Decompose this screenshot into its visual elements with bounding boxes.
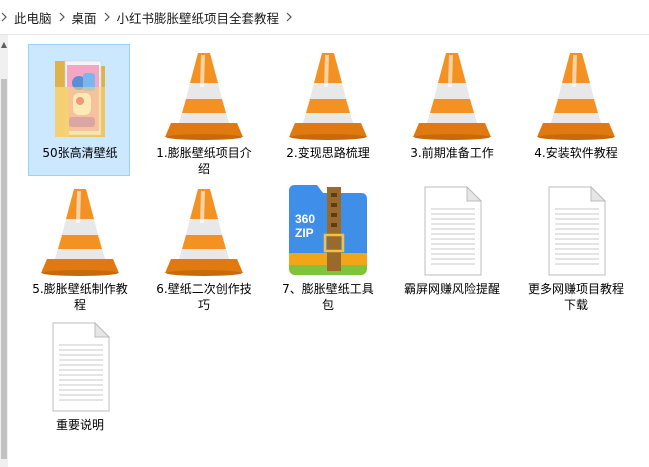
breadcrumb-desktop[interactable]: 桌面 — [72, 8, 97, 27]
file-name: 1.膨胀壁纸项目介绍 — [156, 146, 252, 176]
vlc-media-file-icon — [535, 47, 617, 143]
file-name: 更多网赚项目教程下载 — [527, 282, 624, 312]
vlc-media-file-icon — [411, 47, 493, 143]
file-name: 2.变现思路梳理 — [286, 146, 370, 160]
vlc-media-file-icon — [287, 47, 369, 143]
file-name: 7、膨胀壁纸工具包 — [282, 282, 374, 312]
file-name: 重要说明 — [55, 418, 104, 432]
file-item-wallpapers-folder[interactable]: 50张高清壁纸 — [28, 44, 130, 176]
file-name: 50张高清壁纸 — [42, 146, 118, 160]
file-item-video[interactable]: 5.膨胀壁纸制作教程 — [28, 180, 130, 312]
vlc-media-file-icon — [39, 183, 121, 279]
file-item-video[interactable]: 4.安装软件教程 — [524, 44, 626, 176]
text-document-icon — [411, 183, 493, 279]
360zip-archive-icon: 360 ZIP — [287, 183, 369, 279]
chevron-right-icon[interactable] — [0, 12, 8, 22]
svg-text:ZIP: ZIP — [295, 226, 314, 240]
file-name: 3.前期准备工作 — [410, 146, 494, 160]
svg-text:360: 360 — [295, 212, 315, 226]
file-item-video[interactable]: 6.壁纸二次创作技巧 — [152, 180, 254, 312]
chevron-right-icon[interactable] — [285, 12, 293, 22]
folder-with-preview-icon — [39, 47, 121, 143]
scrollbar-thumb[interactable] — [1, 79, 7, 459]
chevron-right-icon[interactable] — [58, 12, 66, 22]
breadcrumb-this-pc[interactable]: 此电脑 — [14, 8, 52, 27]
text-document-icon — [535, 183, 617, 279]
address-bar[interactable]: 此电脑 桌面 小红书膨胀壁纸项目全套教程 — [0, 0, 649, 35]
file-name: 4.安装软件教程 — [534, 146, 618, 160]
breadcrumb-current-folder[interactable]: 小红书膨胀壁纸项目全套教程 — [117, 8, 280, 27]
chevron-right-icon[interactable] — [103, 12, 111, 22]
file-name: 5.膨胀壁纸制作教程 — [32, 282, 128, 312]
file-item-text-document[interactable]: 更多网赚项目教程下载 — [524, 180, 626, 312]
file-item-video[interactable]: 1.膨胀壁纸项目介绍 — [152, 44, 254, 176]
navigation-pane-scrollbar[interactable]: ▲ — [0, 35, 8, 467]
text-document-icon — [39, 319, 121, 415]
file-item-text-document[interactable]: 重要说明 — [28, 316, 130, 448]
file-item-video[interactable]: 2.变现思路梳理 — [276, 44, 378, 176]
vlc-media-file-icon — [163, 183, 245, 279]
scroll-up-icon[interactable]: ▲ — [0, 41, 8, 49]
file-name: 6.壁纸二次创作技巧 — [156, 282, 252, 312]
file-item-text-document[interactable]: 霸屏网赚风险提醒 — [400, 180, 502, 312]
file-name: 霸屏网赚风险提醒 — [403, 282, 500, 296]
file-item-video[interactable]: 3.前期准备工作 — [400, 44, 502, 176]
file-item-zip-archive[interactable]: 360 ZIP 7、膨胀壁纸工具包 — [276, 180, 378, 312]
vlc-media-file-icon — [163, 47, 245, 143]
